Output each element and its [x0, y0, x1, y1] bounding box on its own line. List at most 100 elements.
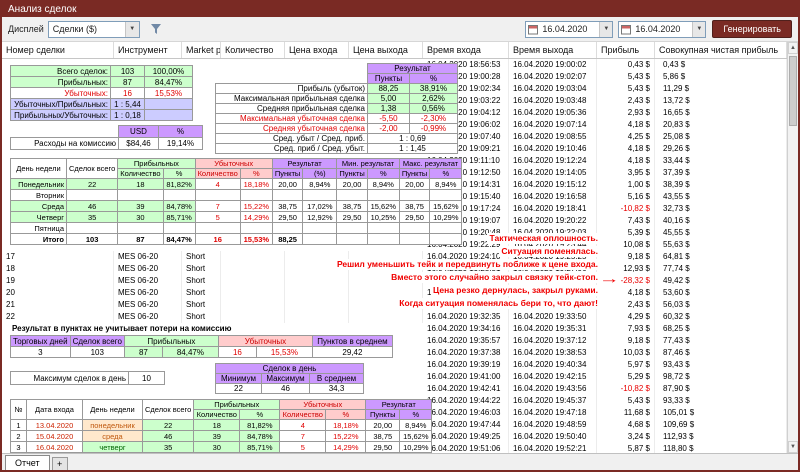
- trade-cum-profit: 32,73 $: [655, 203, 787, 215]
- hdr-points: Пункты: [337, 169, 367, 179]
- trade-profit: 10,03 $: [597, 347, 655, 359]
- totals-label: Убыточных:: [11, 88, 111, 99]
- per-day-max: 46: [262, 384, 310, 394]
- trade-profit: 5,43 $: [597, 395, 655, 407]
- hdr-losing: Убыточных: [195, 159, 272, 169]
- weekday-max-pct: 15,62%: [430, 201, 462, 212]
- filter-icon[interactable]: [150, 23, 162, 35]
- max-trades-value: 10: [129, 372, 165, 385]
- col-header-cum-profit[interactable]: Совокупная чистая прибыль: [655, 42, 787, 58]
- weekday-profitable-qty: [118, 223, 163, 234]
- weekday-profitable-qty: 39: [118, 201, 163, 212]
- col-header-instrument[interactable]: Инструмент: [114, 42, 182, 58]
- weekday-result-pct: 8,94%: [303, 179, 337, 190]
- trade-exit-time: 16.04.2020 19:45:37: [509, 395, 597, 407]
- trade-quantity: [221, 251, 285, 263]
- hdr-total-trades: Сделок всего: [70, 336, 124, 347]
- hdr-avg: В среднем: [310, 374, 364, 384]
- trade-cum-profit: 13,72 $: [655, 95, 787, 107]
- trade-profit: 4,18 $: [597, 143, 655, 155]
- hdr-min: Минимум: [216, 374, 262, 384]
- result-row: Средняя прибыльная сделка 1,38 0,56%: [216, 104, 458, 114]
- totals-row: Прибыльных: 87 84,47%: [11, 77, 193, 88]
- scrollbar-thumb[interactable]: [789, 56, 797, 126]
- col-header-exit-time[interactable]: Время выхода: [509, 42, 597, 58]
- trade-exit-time: 16.04.2020 19:03:04: [509, 83, 597, 95]
- trade-number: 20: [2, 287, 114, 299]
- col-header-entry-time[interactable]: Время входа: [423, 42, 509, 58]
- trade-cum-profit: 5,86 $: [655, 71, 787, 83]
- col-header-market-pos[interactable]: Market pos.: [182, 42, 221, 58]
- daily-total: 35: [143, 442, 194, 453]
- trade-cum-profit: 16,65 $: [655, 107, 787, 119]
- tab-report[interactable]: Отчет: [5, 455, 50, 470]
- trade-cum-profit: 33,44 $: [655, 155, 787, 167]
- chevron-down-icon[interactable]: ▼: [125, 22, 139, 37]
- scroll-up-icon[interactable]: ▲: [788, 42, 798, 54]
- totals-table: Всего сделок: 103 100,00% Прибыльных: 87…: [10, 65, 193, 121]
- trade-profit: 4,18 $: [597, 119, 655, 131]
- result-percent: -0,99%: [410, 124, 458, 134]
- trade-number: 21: [2, 299, 114, 311]
- trade-profit: 3,95 $: [597, 167, 655, 179]
- totals-row: Убыточных/Прибыльных: 1 : 5,44: [11, 99, 193, 110]
- hdr-profitable: Прибыльных: [124, 336, 218, 347]
- totals-label: Убыточных/Прибыльных:: [11, 99, 111, 110]
- result-points: 5,00: [368, 94, 410, 104]
- hdr-total: Сделок всего: [67, 159, 118, 179]
- col-header-entry-price[interactable]: Цена входа: [285, 42, 349, 58]
- scroll-down-icon[interactable]: ▼: [788, 441, 798, 453]
- hdr-points: Пункты: [272, 169, 302, 179]
- trade-profit: 2,43 $: [597, 299, 655, 311]
- ratio-value: 1 : 1,45: [368, 144, 458, 154]
- col-header-trade-number[interactable]: Номер сделки: [2, 42, 114, 58]
- trade-exit-time: 16.04.2020 19:00:02: [509, 59, 597, 71]
- weekday-min-points: 38,75: [337, 201, 367, 212]
- hdr-losing: Убыточных: [218, 336, 312, 347]
- daily-entry-date: 15.04.2020: [27, 431, 83, 442]
- hdr-trading-days: Торговых дней: [11, 336, 71, 347]
- date-to-picker[interactable]: 16.04.2020 ▼: [618, 21, 706, 38]
- trade-cum-profit: 68,25 $: [655, 323, 787, 335]
- result-header: Результат: [368, 64, 458, 74]
- generate-button[interactable]: Генерировать: [712, 20, 792, 38]
- trade-exit-time: 16.04.2020 19:47:18: [509, 407, 597, 419]
- chevron-down-icon[interactable]: ▼: [692, 22, 705, 37]
- trade-exit-time: 16.04.2020 19:10:46: [509, 143, 597, 155]
- table-row[interactable]: 22 MES 06-20 Short 16.04.2020 19:32:35 1…: [2, 311, 787, 323]
- daily-result-points: 20,00: [366, 420, 400, 431]
- trades-per-day-table: Сделок в день Минимум Максимум В среднем…: [215, 363, 364, 394]
- trade-number: 19: [2, 275, 114, 287]
- weekday-min-pct: 10,25%: [367, 212, 399, 223]
- trade-instrument: MES 06-20: [114, 287, 182, 299]
- col-header-profit[interactable]: Прибыль: [597, 42, 655, 58]
- trade-exit-time: 16.04.2020 19:33:50: [509, 311, 597, 323]
- trade-quantity: [221, 263, 285, 275]
- ratio-row: Сред. приб / Сред. убыт. 1 : 1,45: [216, 144, 458, 154]
- weekday-min-pct: 8,94%: [367, 179, 399, 190]
- weekday-total: 35: [67, 212, 118, 223]
- weekday-losing-pct: 15,22%: [240, 201, 272, 212]
- percent-header: %: [410, 74, 458, 84]
- add-tab-button[interactable]: +: [52, 457, 68, 470]
- chevron-down-icon[interactable]: ▼: [599, 22, 612, 37]
- trade-profit: 4,68 $: [597, 419, 655, 431]
- trade-cum-profit: 60,32 $: [655, 311, 787, 323]
- trade-position: Short: [182, 299, 221, 311]
- daily-profitable-qty: 30: [194, 442, 240, 453]
- per-day-avg: 34,3: [310, 384, 364, 394]
- annotation-line: Когда ситуация поменялась бери то, что д…: [302, 296, 600, 309]
- date-from-picker[interactable]: 16.04.2020 ▼: [525, 21, 613, 38]
- daily-result-pct: 15,62%: [400, 431, 432, 442]
- trade-entry-time: 16.04.2020 19:51:06: [423, 443, 509, 453]
- losing-qty-value: 16: [218, 347, 256, 358]
- trade-profit: 11,68 $: [597, 407, 655, 419]
- profitable-pct-value: 84,47%: [162, 347, 218, 358]
- hdr-pct: %: [326, 410, 366, 420]
- commission-label: Расходы на комиссию: [11, 138, 119, 150]
- weekday-losing-pct: 18,18%: [240, 179, 272, 190]
- col-header-exit-price[interactable]: Цена выхода: [349, 42, 423, 58]
- display-select[interactable]: Сделки ($) ▼: [48, 21, 140, 38]
- col-header-quantity[interactable]: Количество: [221, 42, 285, 58]
- vertical-scrollbar[interactable]: ▲ ▼: [787, 42, 798, 453]
